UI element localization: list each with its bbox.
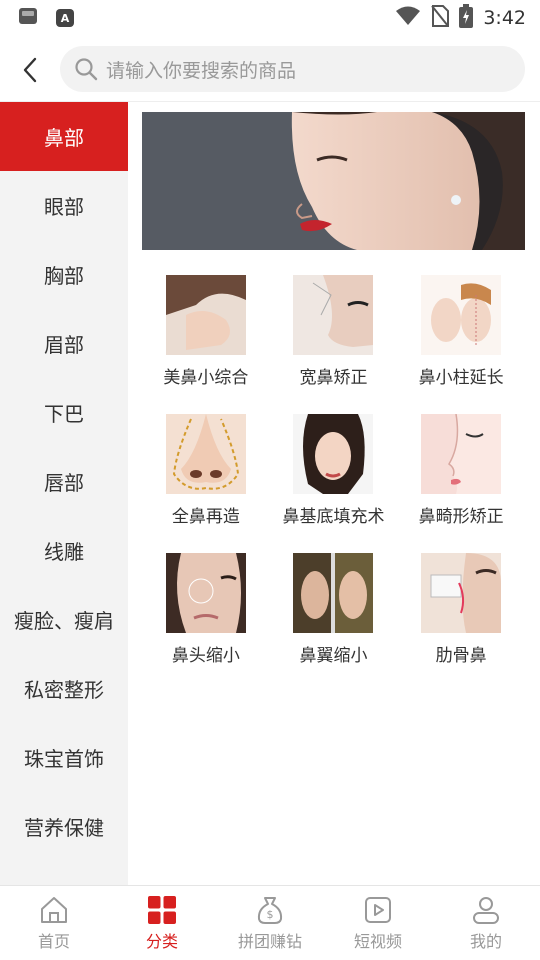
subcategory-label: 鼻小柱延长: [418, 368, 504, 388]
subcategory-label: 鼻基底填充术: [282, 507, 385, 527]
sidebar-item-nose[interactable]: 鼻部: [0, 102, 128, 171]
woman-portrait-photo: [293, 414, 374, 494]
category-content: 美鼻小综合 宽鼻矫正 鼻小柱延长 全鼻再造 鼻基底填充术 鼻畸形矫正 鼻头缩小 …: [128, 102, 540, 885]
sidebar-item-chin[interactable]: 下巴: [0, 378, 128, 447]
sidebar-item-nutrition[interactable]: 营养保健: [0, 792, 128, 861]
tab-label: 我的: [469, 931, 502, 951]
notification-icon: [18, 7, 38, 29]
tab-label: 分类: [145, 931, 178, 951]
subcategory-item[interactable]: 宽鼻矫正: [270, 275, 398, 388]
sidebar-item-slimming[interactable]: 瘦脸、瘦肩: [0, 585, 128, 654]
subcategory-item[interactable]: 鼻畸形矫正: [397, 414, 525, 527]
back-button[interactable]: [0, 40, 60, 100]
home-icon: [41, 896, 67, 923]
sidebar-item-eyes[interactable]: 眼部: [0, 171, 128, 240]
tab-category[interactable]: 分类: [108, 886, 216, 960]
subcategory-label: 全鼻再造: [171, 507, 240, 527]
subcategory-grid: 美鼻小综合 宽鼻矫正 鼻小柱延长 全鼻再造 鼻基底填充术 鼻畸形矫正 鼻头缩小 …: [142, 275, 525, 666]
nose-sketch-photo: [421, 414, 502, 494]
tab-group-buy[interactable]: $ 拼团赚钻: [216, 886, 324, 960]
status-bar: A 3:42: [0, 0, 540, 36]
subcategory-item[interactable]: 鼻基底填充术: [270, 414, 398, 527]
svg-text:$: $: [267, 908, 274, 921]
battery-charging-icon: [459, 4, 474, 32]
tab-short-video[interactable]: 短视频: [324, 886, 432, 960]
subcategory-item[interactable]: 全鼻再造: [142, 414, 270, 527]
search-header: 请输入你要搜索的商品: [0, 40, 540, 100]
subcategory-item[interactable]: 鼻头缩小: [142, 553, 270, 666]
tab-label: 首页: [37, 931, 70, 951]
subcategory-item[interactable]: 鼻小柱延长: [397, 275, 525, 388]
nose-closeup-photo: [293, 275, 374, 355]
search-placeholder: 请输入你要搜索的商品: [106, 59, 297, 82]
promo-banner[interactable]: [142, 112, 525, 250]
sidebar-item-lips[interactable]: 唇部: [0, 447, 128, 516]
nose-tip-photo: [165, 553, 246, 633]
bottom-tab-bar: 首页 分类 $ 拼团赚钻 短视频 我的: [0, 885, 540, 960]
sidebar-item-chest[interactable]: 胸部: [0, 240, 128, 309]
tab-home[interactable]: 首页: [0, 886, 108, 960]
subcategory-label: 美鼻小综合: [163, 368, 249, 388]
subcategory-item[interactable]: 鼻翼缩小: [270, 553, 398, 666]
money-bag-icon: $: [257, 896, 283, 924]
subcategory-item[interactable]: 美鼻小综合: [142, 275, 270, 388]
banner-portrait-image: [142, 112, 525, 250]
subcategory-label: 宽鼻矫正: [299, 368, 368, 388]
subcategory-label: 鼻头缩小: [171, 646, 240, 666]
tab-label: 拼团赚钻: [237, 931, 302, 951]
sidebar-item-jewelry[interactable]: 珠宝首饰: [0, 723, 128, 792]
app-notification-icon: A: [56, 9, 74, 27]
tab-profile[interactable]: 我的: [432, 886, 540, 960]
no-sim-icon: [431, 5, 450, 31]
rib-nose-photo: [421, 553, 502, 633]
subcategory-label: 鼻翼缩小: [299, 646, 368, 666]
wifi-icon: [395, 6, 421, 30]
search-icon: [75, 58, 98, 81]
category-sidebar: 鼻部 眼部 胸部 眉部 下巴 唇部 线雕 瘦脸、瘦肩 私密整形 珠宝首饰 营养保…: [0, 102, 128, 885]
chevron-left-icon: [23, 57, 37, 83]
subcategory-item[interactable]: 肋骨鼻: [397, 553, 525, 666]
tab-label: 短视频: [353, 931, 402, 951]
search-input[interactable]: 请输入你要搜索的商品: [60, 46, 525, 92]
user-icon: [473, 896, 499, 924]
video-icon: [365, 896, 391, 923]
subcategory-label: 肋骨鼻: [435, 646, 487, 666]
nose-outline-photo: [165, 414, 246, 494]
sidebar-item-brows[interactable]: 眉部: [0, 309, 128, 378]
face-diagram-photo: [421, 275, 502, 355]
clock: 3:42: [483, 7, 526, 29]
subcategory-label: 鼻畸形矫正: [418, 507, 504, 527]
sidebar-item-intimate[interactable]: 私密整形: [0, 654, 128, 723]
before-after-photo: [293, 553, 374, 633]
nose-profile-photo: [165, 275, 246, 355]
grid-icon: [148, 895, 176, 924]
sidebar-item-thread-lift[interactable]: 线雕: [0, 516, 128, 585]
